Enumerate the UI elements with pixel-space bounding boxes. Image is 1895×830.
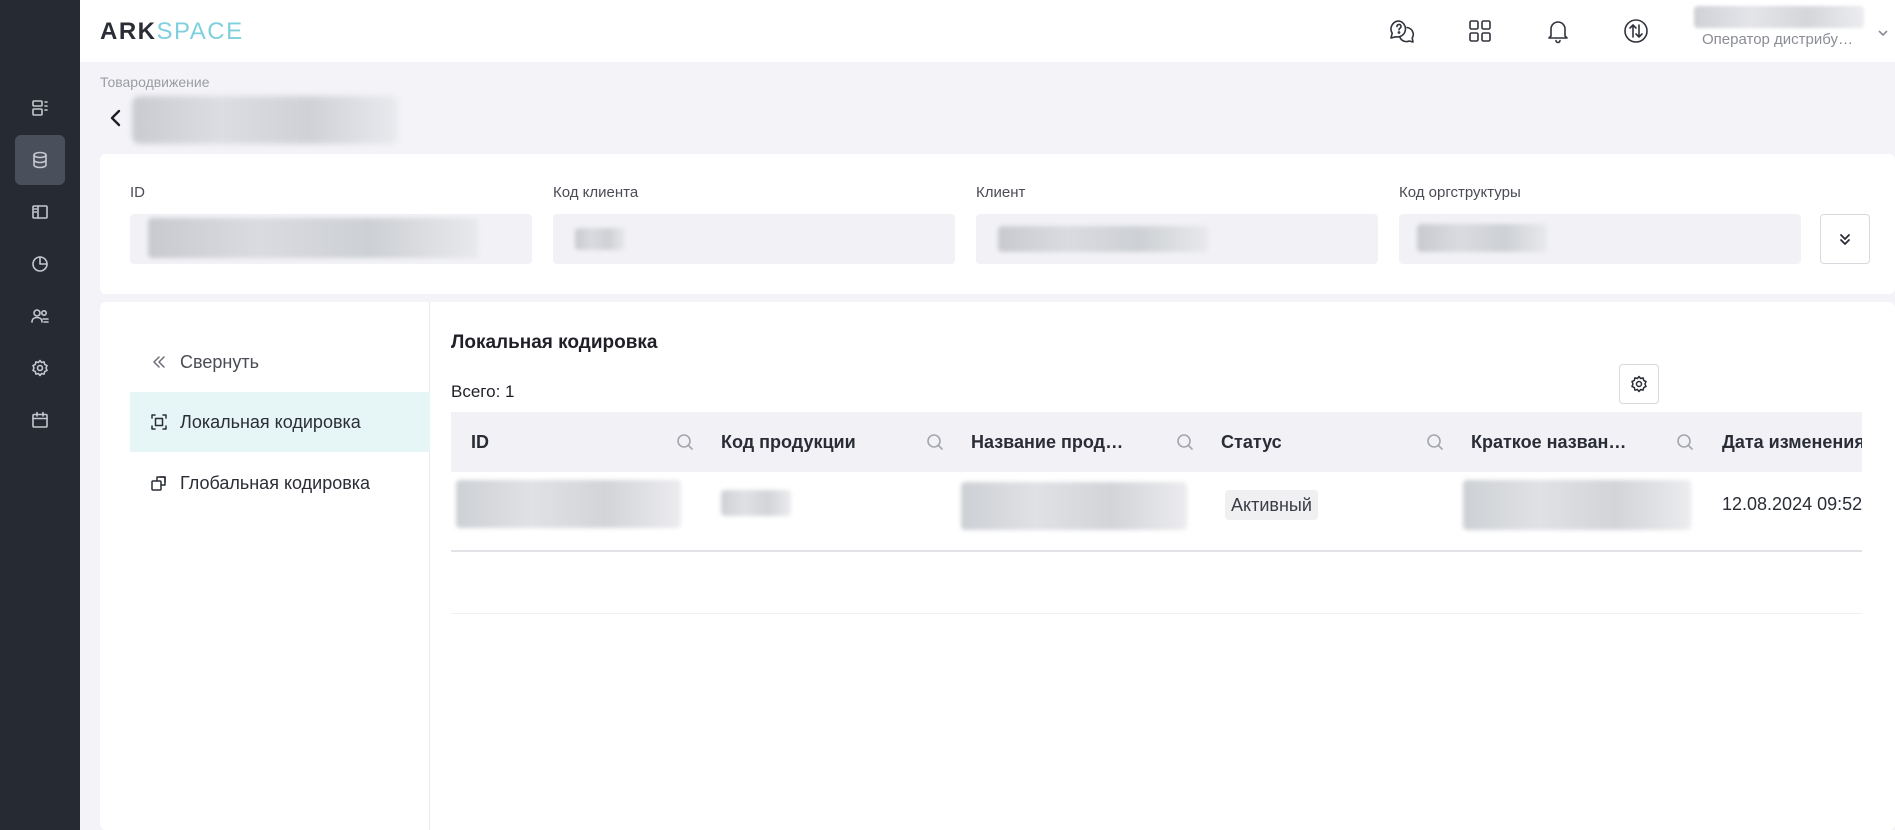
filter-label-client-code: Код клиента — [553, 184, 639, 201]
column-header-product-code[interactable]: Код продукции — [721, 412, 971, 472]
layout-icon — [32, 205, 48, 219]
cell-modified-date: 12.08.2024 09:52: — [1722, 494, 1862, 514]
cell-short-name-blurred — [1463, 480, 1691, 530]
data-table: ID Код продукции Название проду… Статус … — [451, 412, 1862, 830]
filter-value-blurred — [998, 226, 1208, 252]
dashboard-icon — [32, 100, 48, 116]
filter-value-blurred — [148, 218, 478, 258]
filter-value-blurred — [575, 228, 625, 250]
search-icon[interactable] — [675, 432, 695, 452]
filter-label-id: ID — [130, 184, 145, 201]
sync-button[interactable] — [1620, 15, 1652, 47]
top-bar: ARKSPACE Оператор дистрибу… — [80, 0, 1895, 62]
expand-filters-button[interactable] — [1820, 214, 1870, 264]
filter-value-blurred — [1417, 224, 1547, 252]
rail-settings-button[interactable] — [15, 343, 65, 393]
collapse-nav-button[interactable]: Свернуть — [130, 332, 430, 392]
search-icon[interactable] — [925, 432, 945, 452]
column-header-modified-date[interactable]: Дата изменения — [1722, 412, 1862, 472]
content-area: Локальная кодировка Всего: 1 ID Код прод… — [451, 302, 1895, 830]
filter-label-org-code: Код оргструктуры — [1399, 184, 1521, 201]
left-rail — [0, 0, 80, 830]
double-chevron-down-icon — [1840, 234, 1850, 245]
chevron-down-icon — [1878, 30, 1888, 37]
table-header: ID Код продукции Название проду… Статус … — [451, 412, 1862, 472]
main-card: Свернуть Локальная кодировка Глобальная … — [100, 302, 1895, 830]
search-icon[interactable] — [1425, 432, 1445, 452]
user-name-blurred[interactable] — [1694, 6, 1864, 28]
filter-field-org-code[interactable] — [1399, 214, 1801, 264]
section-nav: Свернуть Локальная кодировка Глобальная … — [100, 302, 430, 830]
nav-item-label: Локальная кодировка — [180, 411, 361, 432]
rail-calendar-button[interactable] — [15, 395, 65, 445]
global-coding-icon — [151, 476, 166, 491]
column-header-short-name[interactable]: Краткое название… — [1471, 412, 1721, 472]
sync-icon — [1624, 19, 1648, 43]
rail-database-button[interactable] — [15, 135, 65, 185]
nav-item-label: Глобальная кодировка — [180, 472, 371, 493]
notifications-button[interactable] — [1542, 15, 1574, 47]
double-chevron-left-icon — [153, 356, 165, 368]
users-icon — [31, 309, 49, 323]
database-icon — [33, 151, 47, 169]
rail-layout-button[interactable] — [15, 187, 65, 237]
table-settings-button[interactable] — [1619, 364, 1659, 404]
breadcrumb[interactable]: Товародвижение — [100, 74, 210, 90]
page-title-blurred — [132, 96, 398, 144]
help-chat-icon — [1390, 20, 1415, 43]
user-role[interactable]: Оператор дистрибу… — [1702, 31, 1853, 48]
cell-id-blurred — [456, 480, 681, 528]
arkspace-logo[interactable]: ARKSPACE — [100, 18, 244, 46]
user-menu-toggle[interactable] — [1876, 26, 1890, 40]
table-empty-row — [451, 554, 1862, 614]
cell-product-name-blurred — [961, 482, 1187, 530]
column-header-id[interactable]: ID — [471, 412, 721, 472]
status-badge: Активный — [1225, 490, 1318, 520]
local-coding-icon — [151, 414, 167, 430]
help-chat-button[interactable] — [1386, 15, 1418, 47]
filter-field-id[interactable] — [130, 214, 532, 264]
section-title: Локальная кодировка — [451, 332, 658, 353]
total-count: Всего: 1 — [451, 382, 515, 401]
cell-product-code-blurred — [721, 490, 791, 516]
bell-icon — [1548, 21, 1568, 44]
rail-dashboard-button[interactable] — [15, 83, 65, 133]
nav-item-global-coding[interactable]: Глобальная кодировка — [130, 453, 430, 513]
column-header-status[interactable]: Статус — [1221, 412, 1471, 472]
column-header-product-name[interactable]: Название проду… — [971, 412, 1221, 472]
rail-analytics-button[interactable] — [15, 239, 65, 289]
gear-icon — [32, 359, 48, 377]
nav-item-local-coding[interactable]: Локальная кодировка — [130, 392, 430, 452]
apps-grid-icon — [1469, 20, 1491, 42]
pie-chart-icon — [32, 256, 48, 272]
gear-icon — [1631, 375, 1647, 393]
apps-grid-button[interactable] — [1464, 15, 1496, 47]
filter-label-client: Клиент — [976, 184, 1026, 201]
calendar-icon — [32, 411, 48, 428]
search-icon[interactable] — [1175, 432, 1195, 452]
search-icon[interactable] — [1675, 432, 1695, 452]
collapse-label: Свернуть — [180, 351, 259, 372]
filter-field-client[interactable] — [976, 214, 1378, 264]
back-button[interactable] — [104, 106, 128, 130]
table-row[interactable]: Активный 12.08.2024 09:52: — [451, 472, 1862, 552]
rail-users-button[interactable] — [15, 291, 65, 341]
filter-field-client-code[interactable] — [553, 214, 955, 264]
chevron-left-icon — [110, 109, 121, 127]
filter-card: ID Код клиента Клиент Код оргструктуры — [100, 154, 1895, 294]
